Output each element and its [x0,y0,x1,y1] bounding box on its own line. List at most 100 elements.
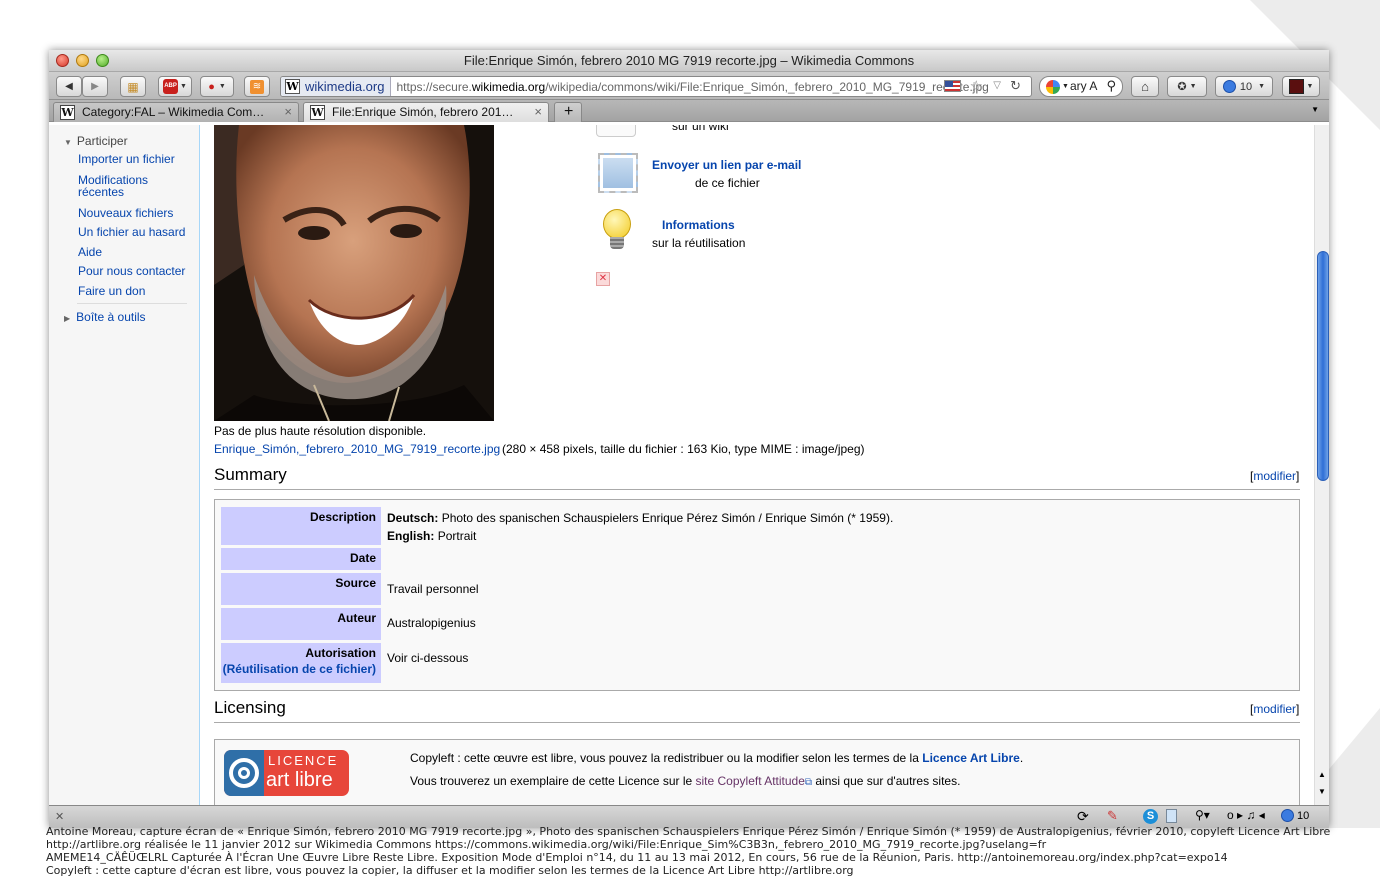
sidebar: ▼ Participer Importer un fichier Modifica… [49,125,199,805]
email-stamp-icon[interactable] [598,153,638,193]
sidebar-item-contact[interactable]: Pour nous contacter [78,265,185,278]
music-icon[interactable]: o ▸ ♫ ◂ [1227,808,1265,822]
licensing-divider [214,722,1300,723]
auteur-link[interactable]: Australopigenius [387,616,476,630]
browser-window: File:Enrique Simón, febrero 2010 MG 7919… [49,50,1329,828]
tab-label: Category:FAL – Wikimedia Com… [82,105,265,119]
grid-icon: ▦ [127,79,139,94]
home-icon: ⌂ [1141,79,1149,94]
sidebar-item-aide[interactable]: Aide [78,246,102,259]
search-field[interactable]: ▼ ary A ⚲ [1039,76,1123,97]
info-link-title[interactable]: Informations [662,218,735,232]
reload-icon[interactable]: ↻ [1010,78,1021,94]
new-tab-button[interactable]: + [554,102,582,122]
summary-table: Description Date Source Auteur Autorisat… [214,499,1300,691]
scroll-up-arrow-icon[interactable]: ▲ [1318,770,1326,779]
sidebar-item-nouveaux[interactable]: Nouveaux fichiers [78,207,173,220]
row-auteur-label: Auteur [221,608,381,640]
license-line-1-end: . [1019,751,1024,765]
edit-label[interactable]: modifier [1253,469,1296,483]
addon-button[interactable]: ● ▼ [200,76,234,97]
external-link-icon: ⧉ [804,777,813,788]
flag-icon [944,80,961,92]
info-link-sub: sur la réutilisation [652,236,746,250]
lightbulb-icon[interactable] [600,209,634,253]
file-image[interactable] [214,125,494,421]
close-icon[interactable]: ✕ [55,810,64,823]
star-bookmark-icon[interactable]: ☆ [970,77,983,95]
back-button[interactable]: ◀ [56,76,82,97]
status-counter: 10 [1297,810,1310,822]
url-bar[interactable]: W wikimedia.org https://secure.wikimedia… [280,76,1032,97]
broken-image-icon: ✕ [596,272,610,286]
screenshot-caption: Antoine Moreau, capture écran de « Enriq… [46,825,1346,877]
sidebar-item-importer[interactable]: Importer un fichier [78,153,175,166]
action-partial-text: sur un wiki [672,125,729,133]
sidebar-item-modifications-cont[interactable]: récentes [78,186,124,199]
caption-line-3: AMEME14_CÄÊÜŒLRL Capturée À l'Écran Une … [46,851,1228,864]
sidebar-item-hasard[interactable]: Un fichier au hasard [78,226,185,239]
notification-button[interactable]: 10 ▼ [1215,76,1273,97]
summary-edit-link[interactable]: [modifier] [1250,469,1299,483]
scrollbar-thumb[interactable] [1317,251,1329,481]
site-identity-box[interactable]: W wikimedia.org [281,77,392,96]
description-en: English: Portrait [387,529,476,543]
sync-icon[interactable]: ⟳ [1077,808,1089,825]
url-domain: wikimedia.org [471,79,546,94]
tab-list-chevron-icon[interactable]: ▼ [1311,105,1319,114]
url-path: /wikipedia/commons/wiki/File:Enrique_Sim… [545,79,989,94]
home-button[interactable]: ⌂ [1131,76,1159,97]
vertical-scrollbar[interactable]: ▲ ▼ [1314,125,1329,805]
adblock-button[interactable]: ABP ▼ [158,76,192,97]
page-icon[interactable] [1166,809,1177,823]
logo-top-text: LICENCE [268,753,339,768]
reuse-link[interactable]: (Réutilisation de ce fichier) [223,662,376,676]
close-tab-icon[interactable]: × [534,103,542,121]
file-name-link[interactable]: Enrique_Simón,_febrero_2010_MG_7919_reco… [214,442,500,456]
close-tab-icon[interactable]: × [284,103,292,121]
search-icon[interactable]: ⚲ [1106,76,1116,95]
rss-button[interactable]: ≋ [244,76,270,97]
autorisation-label: Autorisation [305,646,376,660]
bookmark-star-button[interactable]: ✪ ▼ [1167,76,1207,97]
licence-art-libre-logo[interactable]: LICENCE art libre [224,750,349,796]
portrait-photo [214,125,494,421]
licensing-edit-link[interactable]: [modifier] [1250,702,1299,716]
file-details: (280 × 458 pixels, taille du fichier : 1… [502,442,865,456]
summary-divider [214,489,1300,490]
sidebar-item-don[interactable]: Faire un don [78,285,145,298]
skype-icon[interactable]: S [1143,809,1158,824]
forward-button[interactable]: ▶ [82,76,108,97]
licence-art-libre-link[interactable]: Licence Art Libre [922,751,1020,765]
email-link-title[interactable]: Envoyer un lien par e-mail [652,158,801,172]
sidebar-participer-heading[interactable]: ▼ Participer [64,134,128,148]
source-value: Travail personnel [387,582,479,596]
action-partial-icon [596,125,636,137]
zoom-icon[interactable]: ⚲▾ [1195,808,1210,822]
wikimedia-favicon-icon: W [60,105,75,120]
main-content: sur un wiki Envoyer un lien par e-mail d… [199,125,1314,805]
summary-heading: Summary [214,465,287,484]
dropdown-chevron-icon[interactable]: ▽ [993,80,1001,91]
speech-bubble-icon[interactable] [1281,809,1294,822]
copyleft-attitude-link[interactable]: site Copyleft Attitude [696,774,805,788]
tab-file-enrique[interactable]: W File:Enrique Simón, febrero 201… × [303,102,549,122]
plus-icon: + [564,103,574,120]
email-link-sub: de ce fichier [695,176,760,190]
no-higher-resolution: Pas de plus haute résolution disponible. [214,424,427,438]
title-bar: File:Enrique Simón, febrero 2010 MG 7919… [49,50,1329,72]
tools-icon[interactable]: ✎ [1107,808,1118,824]
lang-en-label: English: [387,529,435,543]
navigation-toolbar: ◀ ▶ ▦ ABP ▼ ● ▼ ≋ W wikimedia.org https:… [49,72,1329,100]
extension-button[interactable]: ▼ [1282,76,1320,97]
url-text[interactable]: https://secure.wikimedia.org/wikipedia/c… [391,80,988,94]
caption-line-1: Antoine Moreau, capture écran de « Enriq… [46,825,1331,838]
scroll-down-arrow-icon[interactable]: ▼ [1318,787,1326,796]
edit-label[interactable]: modifier [1253,702,1296,716]
bookmarks-button[interactable]: ▦ [120,76,146,97]
tab-label: File:Enrique Simón, febrero 201… [332,105,514,119]
sidebar-toolbox-heading[interactable]: ▶ Boîte à outils [64,310,146,324]
caption-line-4: Copyleft : cette capture d'écran est lib… [46,864,854,877]
tab-category-fal[interactable]: W Category:FAL – Wikimedia Com… × [53,102,299,122]
wikimedia-favicon-icon: W [310,105,325,120]
